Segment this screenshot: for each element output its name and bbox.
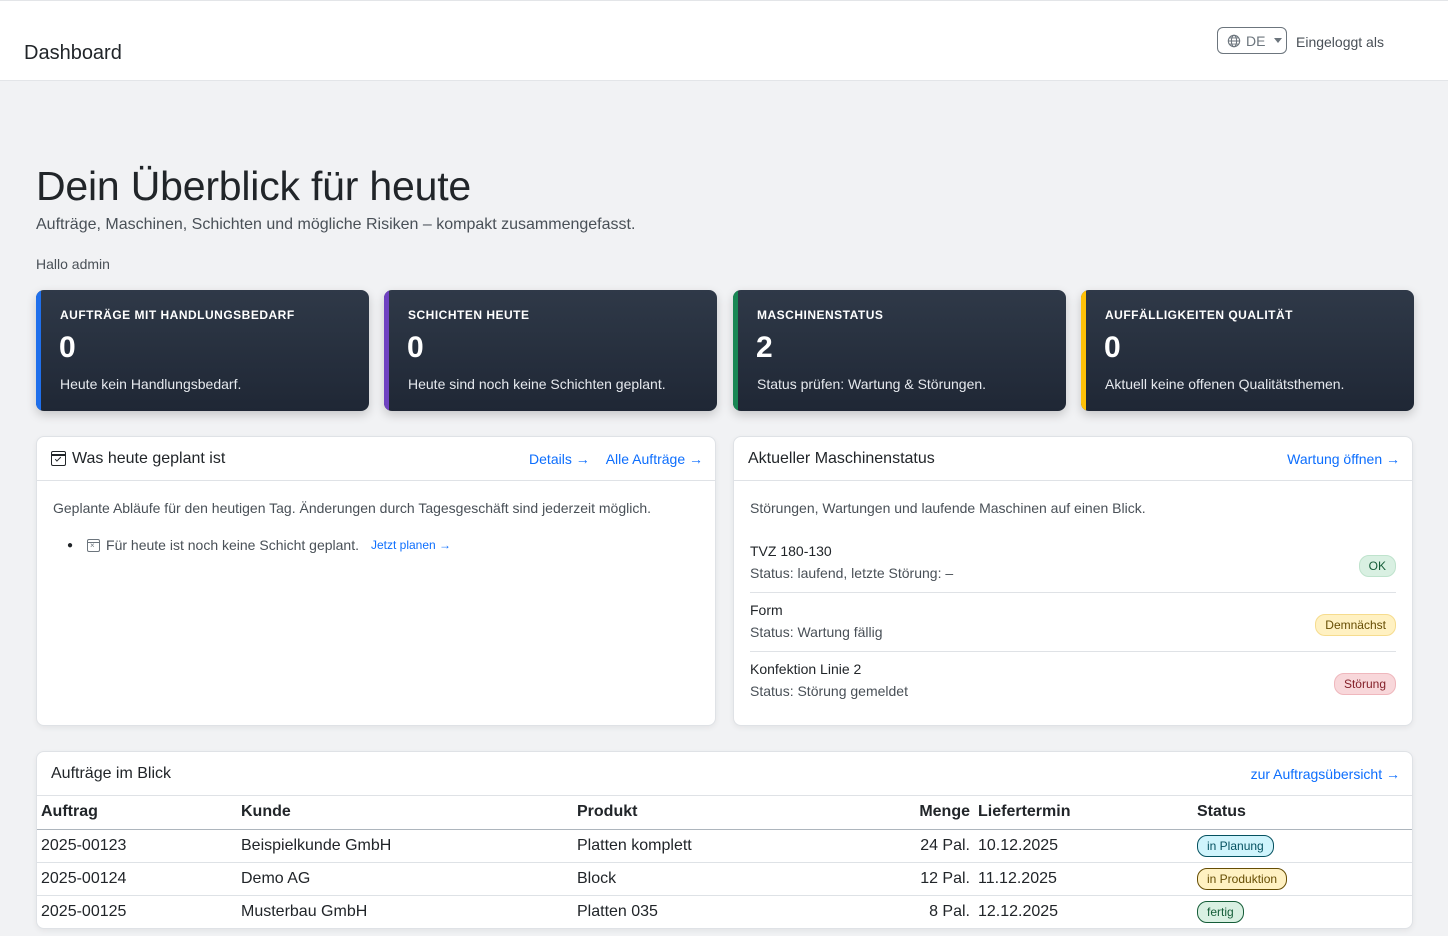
greeting-text: Hallo admin <box>36 256 110 272</box>
kpi-accent-bar <box>36 290 41 411</box>
status-badge: in Planung <box>1197 834 1274 857</box>
hero-title: Dein Überblick für heute <box>36 163 472 209</box>
kpi-label: MASCHINENSTATUS <box>757 308 884 322</box>
login-status-text: Eingeloggt als <box>1296 34 1384 50</box>
kpi-value: 0 <box>407 331 424 364</box>
cell-customer: Musterbau GmbH <box>237 895 573 928</box>
table-header-row: Auftrag Kunde Produkt Menge Liefertermin… <box>37 796 1412 830</box>
bullet: ● <box>67 539 74 551</box>
open-maintenance-link[interactable]: Wartung öffnen → <box>1287 451 1400 467</box>
cell-order: 2025-00123 <box>37 829 237 863</box>
kpi-value: 0 <box>1104 331 1121 364</box>
machine-card-description: Störungen, Wartungen und laufende Maschi… <box>750 500 1146 516</box>
all-orders-link[interactable]: Alle Aufträge → <box>606 451 703 467</box>
kpi-text: Aktuell keine offenen Qualitätsthemen. <box>1105 376 1345 392</box>
kpi-card-quality: AUFFÄLLIGKEITEN QUALITÄT 0 Aktuell keine… <box>1081 290 1414 411</box>
plan-card-title-text: Was heute geplant ist <box>72 449 226 467</box>
kpi-card-shifts: SCHICHTEN HEUTE 0 Heute sind noch keine … <box>384 290 717 411</box>
machine-status-card: Aktueller Maschinenstatus Wartung öffnen… <box>733 436 1413 726</box>
orders-overview-link[interactable]: zur Auftragsübersicht → <box>1251 766 1400 782</box>
orders-card: Aufträge im Blick zur Auftragsübersicht … <box>36 751 1413 929</box>
details-link[interactable]: Details → <box>529 451 590 467</box>
plan-list-item: ● × Für heute ist noch keine Schicht gep… <box>67 537 451 553</box>
kpi-label: AUFFÄLLIGKEITEN QUALITÄT <box>1105 308 1293 322</box>
status-badge: Demnächst <box>1315 614 1396 636</box>
caret-down-icon <box>1274 38 1283 43</box>
table-row[interactable]: 2025-00125 Musterbau GmbH Platten 035 8 … <box>37 895 1412 928</box>
top-navbar: Dashboard DE Eingeloggt als <box>0 0 1448 81</box>
cell-product: Block <box>573 862 833 896</box>
plan-card-header: Was heute geplant ist Details → Alle Auf… <box>37 437 715 481</box>
machine-name: TVZ 180-130 <box>750 543 832 559</box>
plan-card: Was heute geplant ist Details → Alle Auf… <box>36 436 716 726</box>
cell-delivery-date: 10.12.2025 <box>974 829 1193 863</box>
status-badge: OK <box>1358 555 1396 577</box>
kpi-value: 0 <box>59 331 76 364</box>
orders-table: Auftrag Kunde Produkt Menge Liefertermin… <box>37 796 1412 928</box>
status-badge: in Produktion <box>1197 867 1288 890</box>
status-badge: Störung <box>1333 673 1396 695</box>
kpi-accent-bar <box>733 290 738 411</box>
cell-quantity: 12 Pal. <box>833 862 974 896</box>
kpi-label: SCHICHTEN HEUTE <box>408 308 530 322</box>
page-title: Dashboard <box>24 42 122 64</box>
column-header-customer: Kunde <box>237 796 573 830</box>
kpi-text: Heute sind noch keine Schichten geplant. <box>408 376 666 392</box>
kpi-value: 2 <box>756 331 773 364</box>
machine-row: TVZ 180-130 Status: laufend, letzte Stör… <box>750 534 1396 593</box>
kpi-accent-bar <box>384 290 389 411</box>
status-badge: fertig <box>1197 900 1244 923</box>
kpi-card-machines: MASCHINENSTATUS 2 Status prüfen: Wartung… <box>733 290 1066 411</box>
machine-card-title: Aktueller Maschinenstatus <box>748 449 935 467</box>
machine-card-header: Aktueller Maschinenstatus Wartung öffnen… <box>734 437 1412 481</box>
kpi-accent-bar <box>1081 290 1086 411</box>
plan-card-description: Geplante Abläufe für den heutigen Tag. Ä… <box>53 500 652 516</box>
machine-status-text: Status: Wartung fällig <box>750 624 883 640</box>
language-dropdown-button[interactable]: DE <box>1217 27 1287 54</box>
language-label: DE <box>1246 32 1266 49</box>
cell-customer: Beispielkunde GmbH <box>237 829 573 863</box>
column-header-delivery-date: Liefertermin <box>974 796 1193 830</box>
calendar-check-icon <box>51 451 66 466</box>
machine-name: Form <box>750 602 783 618</box>
kpi-text: Status prüfen: Wartung & Störungen. <box>757 376 987 392</box>
cell-status: in Produktion <box>1193 862 1412 896</box>
column-header-quantity: Menge <box>833 796 974 830</box>
plan-card-title: Was heute geplant ist <box>51 450 225 468</box>
orders-card-title: Aufträge im Blick <box>51 764 172 782</box>
cell-order: 2025-00124 <box>37 862 237 896</box>
cell-status: in Planung <box>1193 829 1412 863</box>
column-header-status: Status <box>1193 796 1412 830</box>
column-header-product: Produkt <box>573 796 833 830</box>
cell-order: 2025-00125 <box>37 895 237 928</box>
machine-row: Konfektion Linie 2 Status: Störung gemel… <box>750 652 1396 711</box>
calendar-x-icon: × <box>87 538 101 552</box>
machine-row: Form Status: Wartung fällig Demnächst <box>750 593 1396 652</box>
kpi-card-orders: AUFTRÄGE MIT HANDLUNGSBEDARF 0 Heute kei… <box>36 290 369 411</box>
orders-card-header: Aufträge im Blick zur Auftragsübersicht … <box>37 752 1412 796</box>
cell-product: Platten komplett <box>573 829 833 863</box>
hero-subtitle: Aufträge, Maschinen, Schichten und mögli… <box>36 216 636 233</box>
cell-quantity: 24 Pal. <box>833 829 974 863</box>
kpi-text: Heute kein Handlungsbedarf. <box>60 376 242 392</box>
cell-product: Platten 035 <box>573 895 833 928</box>
plan-item-text: Für heute ist noch keine Schicht geplant… <box>106 537 359 553</box>
cell-status: fertig <box>1193 895 1412 928</box>
machine-status-text: Status: Störung gemeldet <box>750 683 908 699</box>
table-row[interactable]: 2025-00124 Demo AG Block 12 Pal. 11.12.2… <box>37 862 1412 896</box>
cell-customer: Demo AG <box>237 862 573 896</box>
plan-now-link[interactable]: Jetzt planen → <box>371 538 451 552</box>
kpi-label: AUFTRÄGE MIT HANDLUNGSBEDARF <box>60 308 295 322</box>
machine-name: Konfektion Linie 2 <box>750 661 862 677</box>
cell-delivery-date: 11.12.2025 <box>974 862 1193 896</box>
table-row[interactable]: 2025-00123 Beispielkunde GmbH Platten ko… <box>37 829 1412 863</box>
globe-icon <box>1227 34 1241 47</box>
machine-status-text: Status: laufend, letzte Störung: – <box>750 565 954 581</box>
cell-delivery-date: 12.12.2025 <box>974 895 1193 928</box>
column-header-order: Auftrag <box>37 796 237 830</box>
cell-quantity: 8 Pal. <box>833 895 974 928</box>
